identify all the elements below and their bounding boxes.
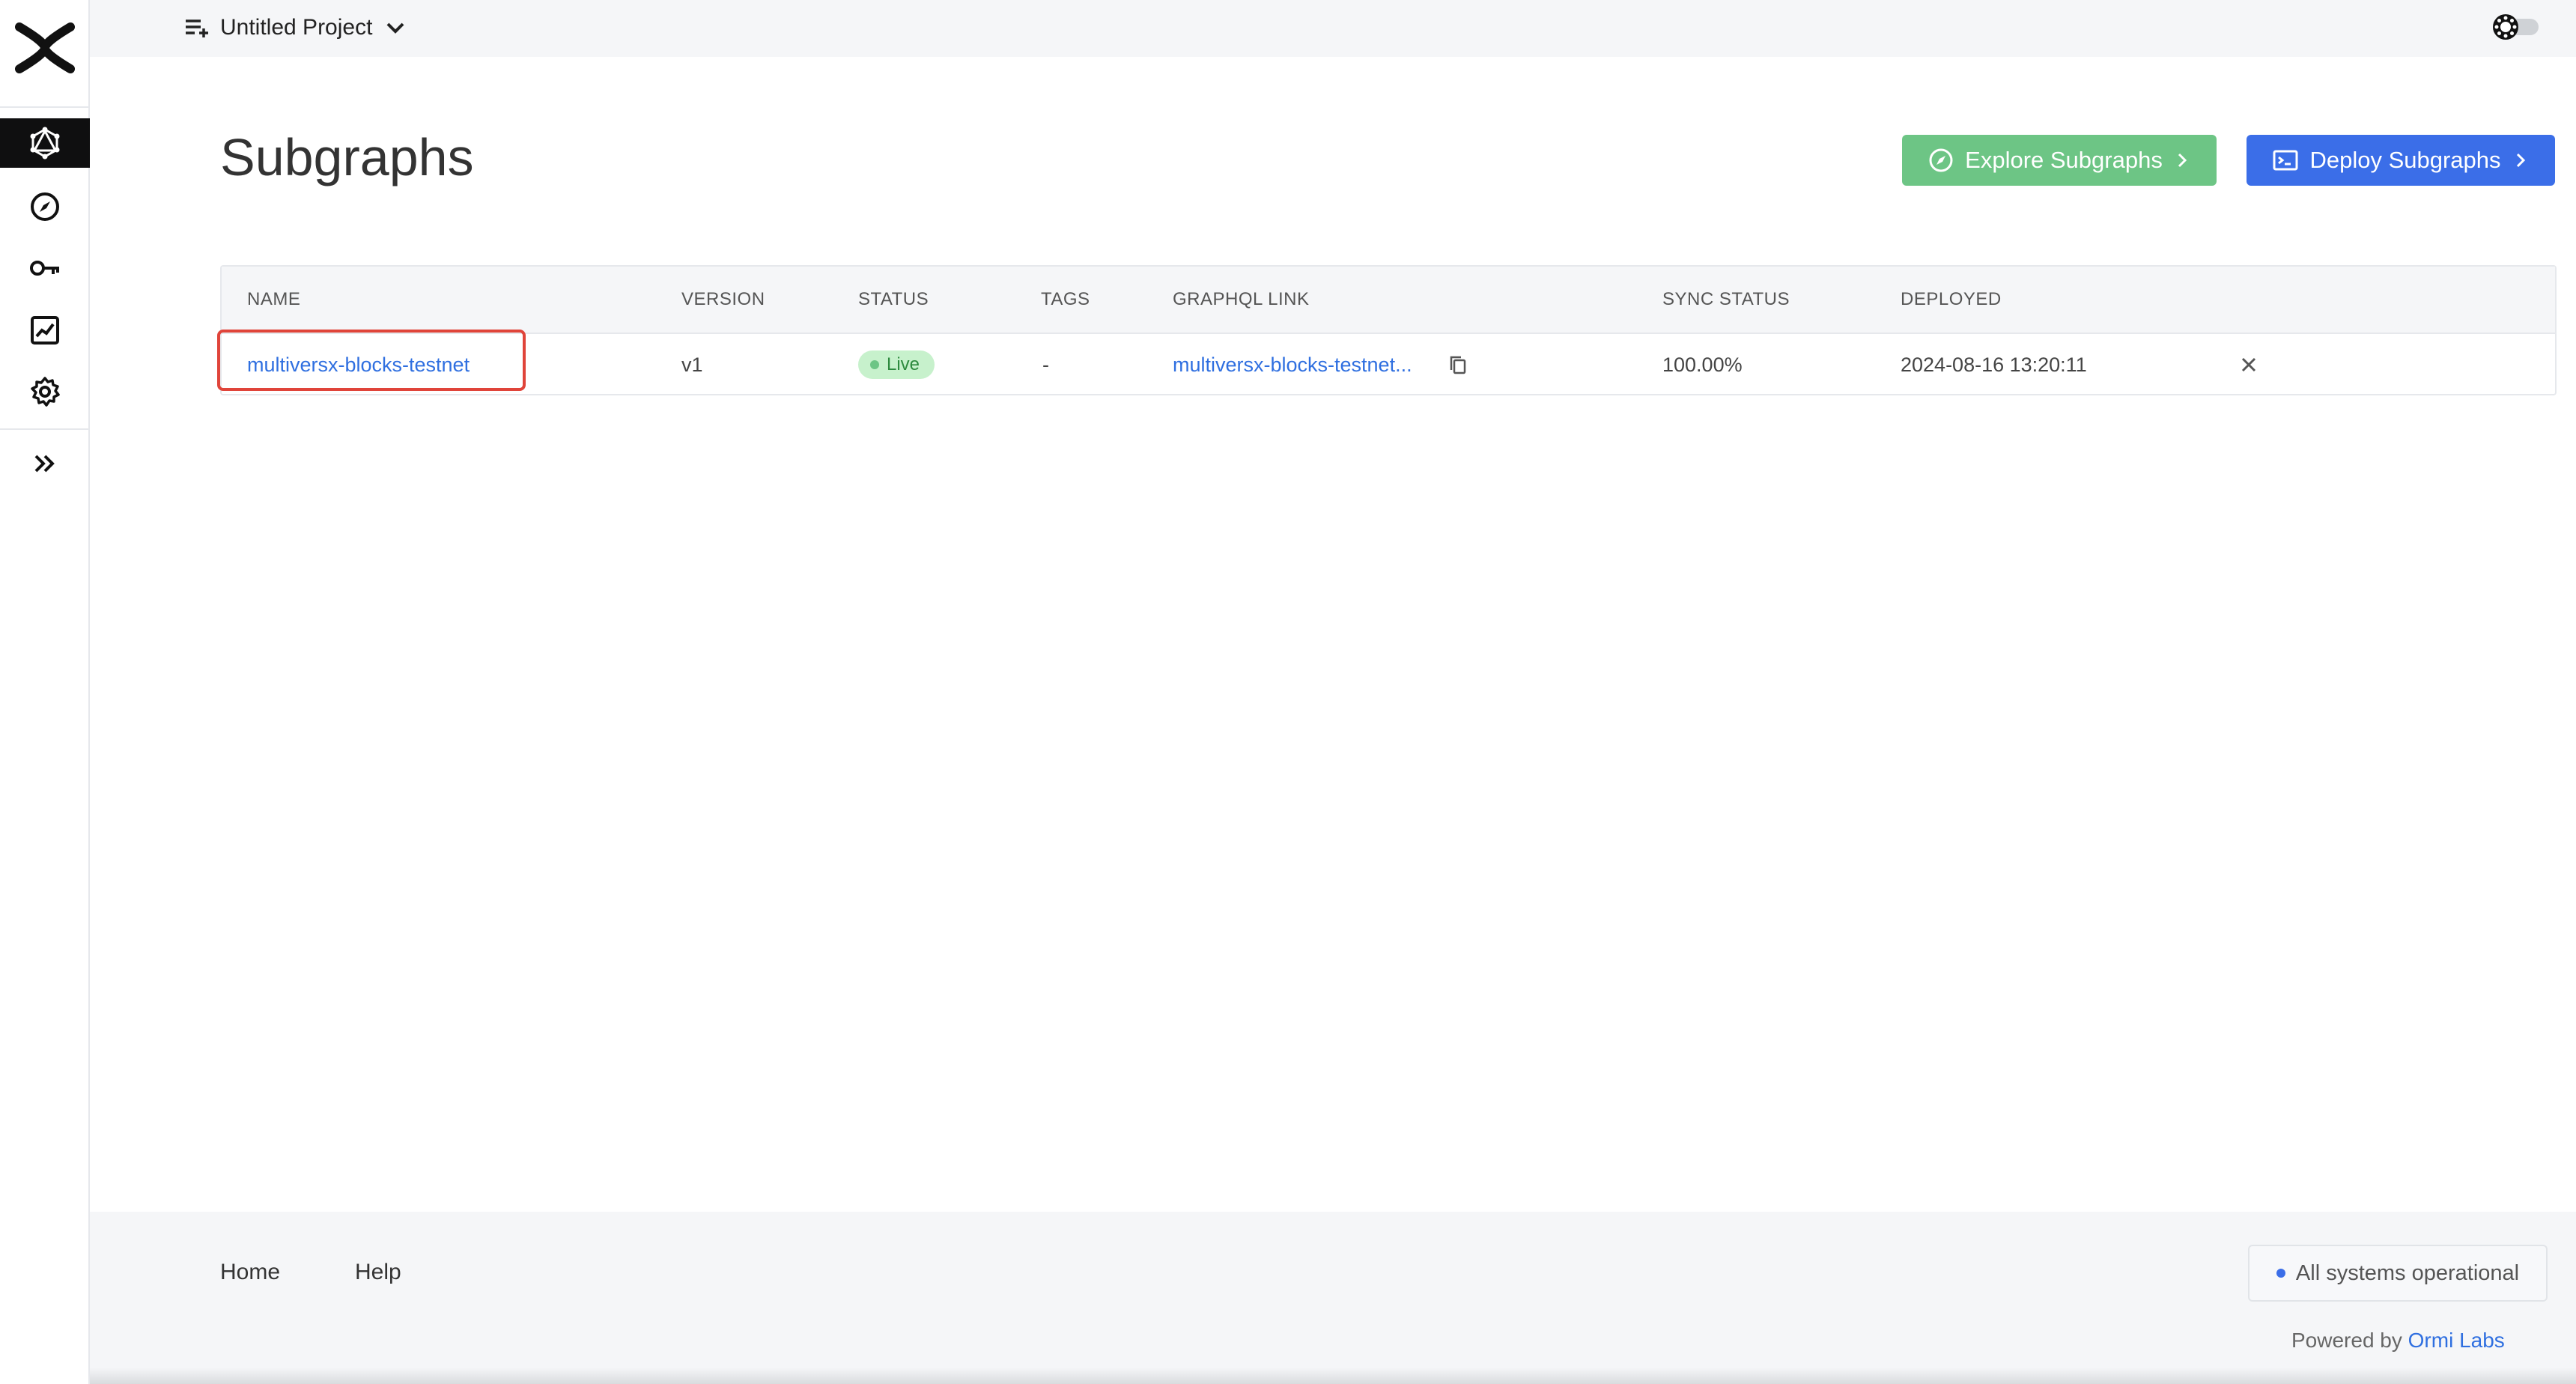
sync-status-cell: 100.00% (1662, 353, 1743, 376)
sidebar-divider (0, 428, 90, 430)
sidebar (0, 0, 90, 1384)
project-selector[interactable]: Untitled Project (183, 10, 410, 45)
chevron-down-icon (387, 22, 404, 34)
header-sync-status[interactable]: SYNC STATUS (1662, 289, 1790, 310)
gear-icon (31, 377, 60, 407)
status-badge: Live (858, 350, 935, 379)
header-graphql-link[interactable]: GRAPHQL LINK (1173, 289, 1310, 310)
tags-cell: - (1042, 353, 1049, 376)
sidebar-item-settings[interactable] (0, 367, 90, 416)
table-header: NAME VERSION STATUS TAGS GRAPHQL LINK SY… (222, 267, 2555, 334)
sidebar-item-subgraphs[interactable] (0, 118, 90, 168)
close-icon[interactable] (2236, 352, 2261, 377)
header-tags[interactable]: TAGS (1041, 289, 1090, 310)
sidebar-item-explore[interactable] (0, 182, 90, 231)
header-name[interactable]: NAME (247, 289, 300, 310)
playlist-add-icon (186, 19, 208, 37)
sidebar-expand-button[interactable] (0, 439, 90, 488)
header-status[interactable]: STATUS (858, 289, 929, 310)
table-row: multiversx-blocks-testnet v1 Live - mult… (217, 330, 2555, 395)
header-deployed[interactable]: DEPLOYED (1901, 289, 2002, 310)
explore-subgraphs-button[interactable]: Explore Subgraphs (1902, 135, 2217, 186)
subgraph-name-link[interactable]: multiversx-blocks-testnet (247, 353, 470, 377)
copy-icon[interactable] (1447, 353, 1469, 376)
graphql-link[interactable]: multiversx-blocks-testnet... (1173, 353, 1412, 377)
subgraphs-table: NAME VERSION STATUS TAGS GRAPHQL LINK SY… (217, 265, 2557, 395)
footer: Home Help All systems operational Powere… (90, 1212, 2576, 1384)
project-name: Untitled Project (220, 15, 373, 40)
top-bar: Untitled Project (90, 0, 2576, 57)
sidebar-item-api-keys[interactable] (0, 243, 90, 293)
sidebar-divider (0, 106, 90, 108)
compass-icon (1929, 148, 1953, 172)
page-title: Subgraphs (220, 128, 474, 186)
deployed-cell: 2024-08-16 13:20:11 (1901, 353, 2087, 376)
graphql-icon (30, 127, 60, 160)
footer-help-link[interactable]: Help (355, 1260, 401, 1285)
system-status-indicator[interactable]: All systems operational (2248, 1245, 2548, 1302)
status-dot (2276, 1269, 2285, 1278)
sun-icon (2493, 14, 2518, 40)
sidebar-item-analytics[interactable] (0, 306, 90, 355)
chevron-right-icon (2178, 153, 2187, 168)
status-dot (870, 360, 879, 369)
powered-by-label: Powered by (2291, 1329, 2402, 1352)
bottom-shade (90, 1368, 2576, 1384)
footer-home-link[interactable]: Home (220, 1260, 280, 1285)
version-cell: v1 (681, 353, 703, 376)
deploy-subgraphs-label: Deploy Subgraphs (2309, 147, 2501, 173)
system-status-label: All systems operational (2295, 1260, 2520, 1285)
app: Untitled Project Subgraphs Explore Subgr… (0, 0, 2576, 1384)
name-cell: multiversx-blocks-testnet (217, 330, 530, 395)
key-icon (30, 261, 59, 276)
compass-icon (31, 192, 59, 221)
brand-logo-icon[interactable] (15, 21, 75, 75)
deploy-subgraphs-button[interactable]: Deploy Subgraphs (2247, 135, 2555, 186)
chevron-right-icon (2516, 153, 2525, 168)
powered-by: Powered by Ormi Labs (2291, 1329, 2505, 1353)
chart-icon (31, 316, 59, 345)
double-chevron-right-icon (34, 455, 55, 473)
theme-toggle[interactable] (2491, 9, 2540, 45)
header-version[interactable]: VERSION (681, 289, 765, 310)
terminal-icon (2273, 150, 2298, 171)
brand-link[interactable]: Ormi Labs (2408, 1329, 2505, 1352)
explore-subgraphs-label: Explore Subgraphs (1965, 147, 2163, 173)
status-label: Live (887, 354, 920, 374)
